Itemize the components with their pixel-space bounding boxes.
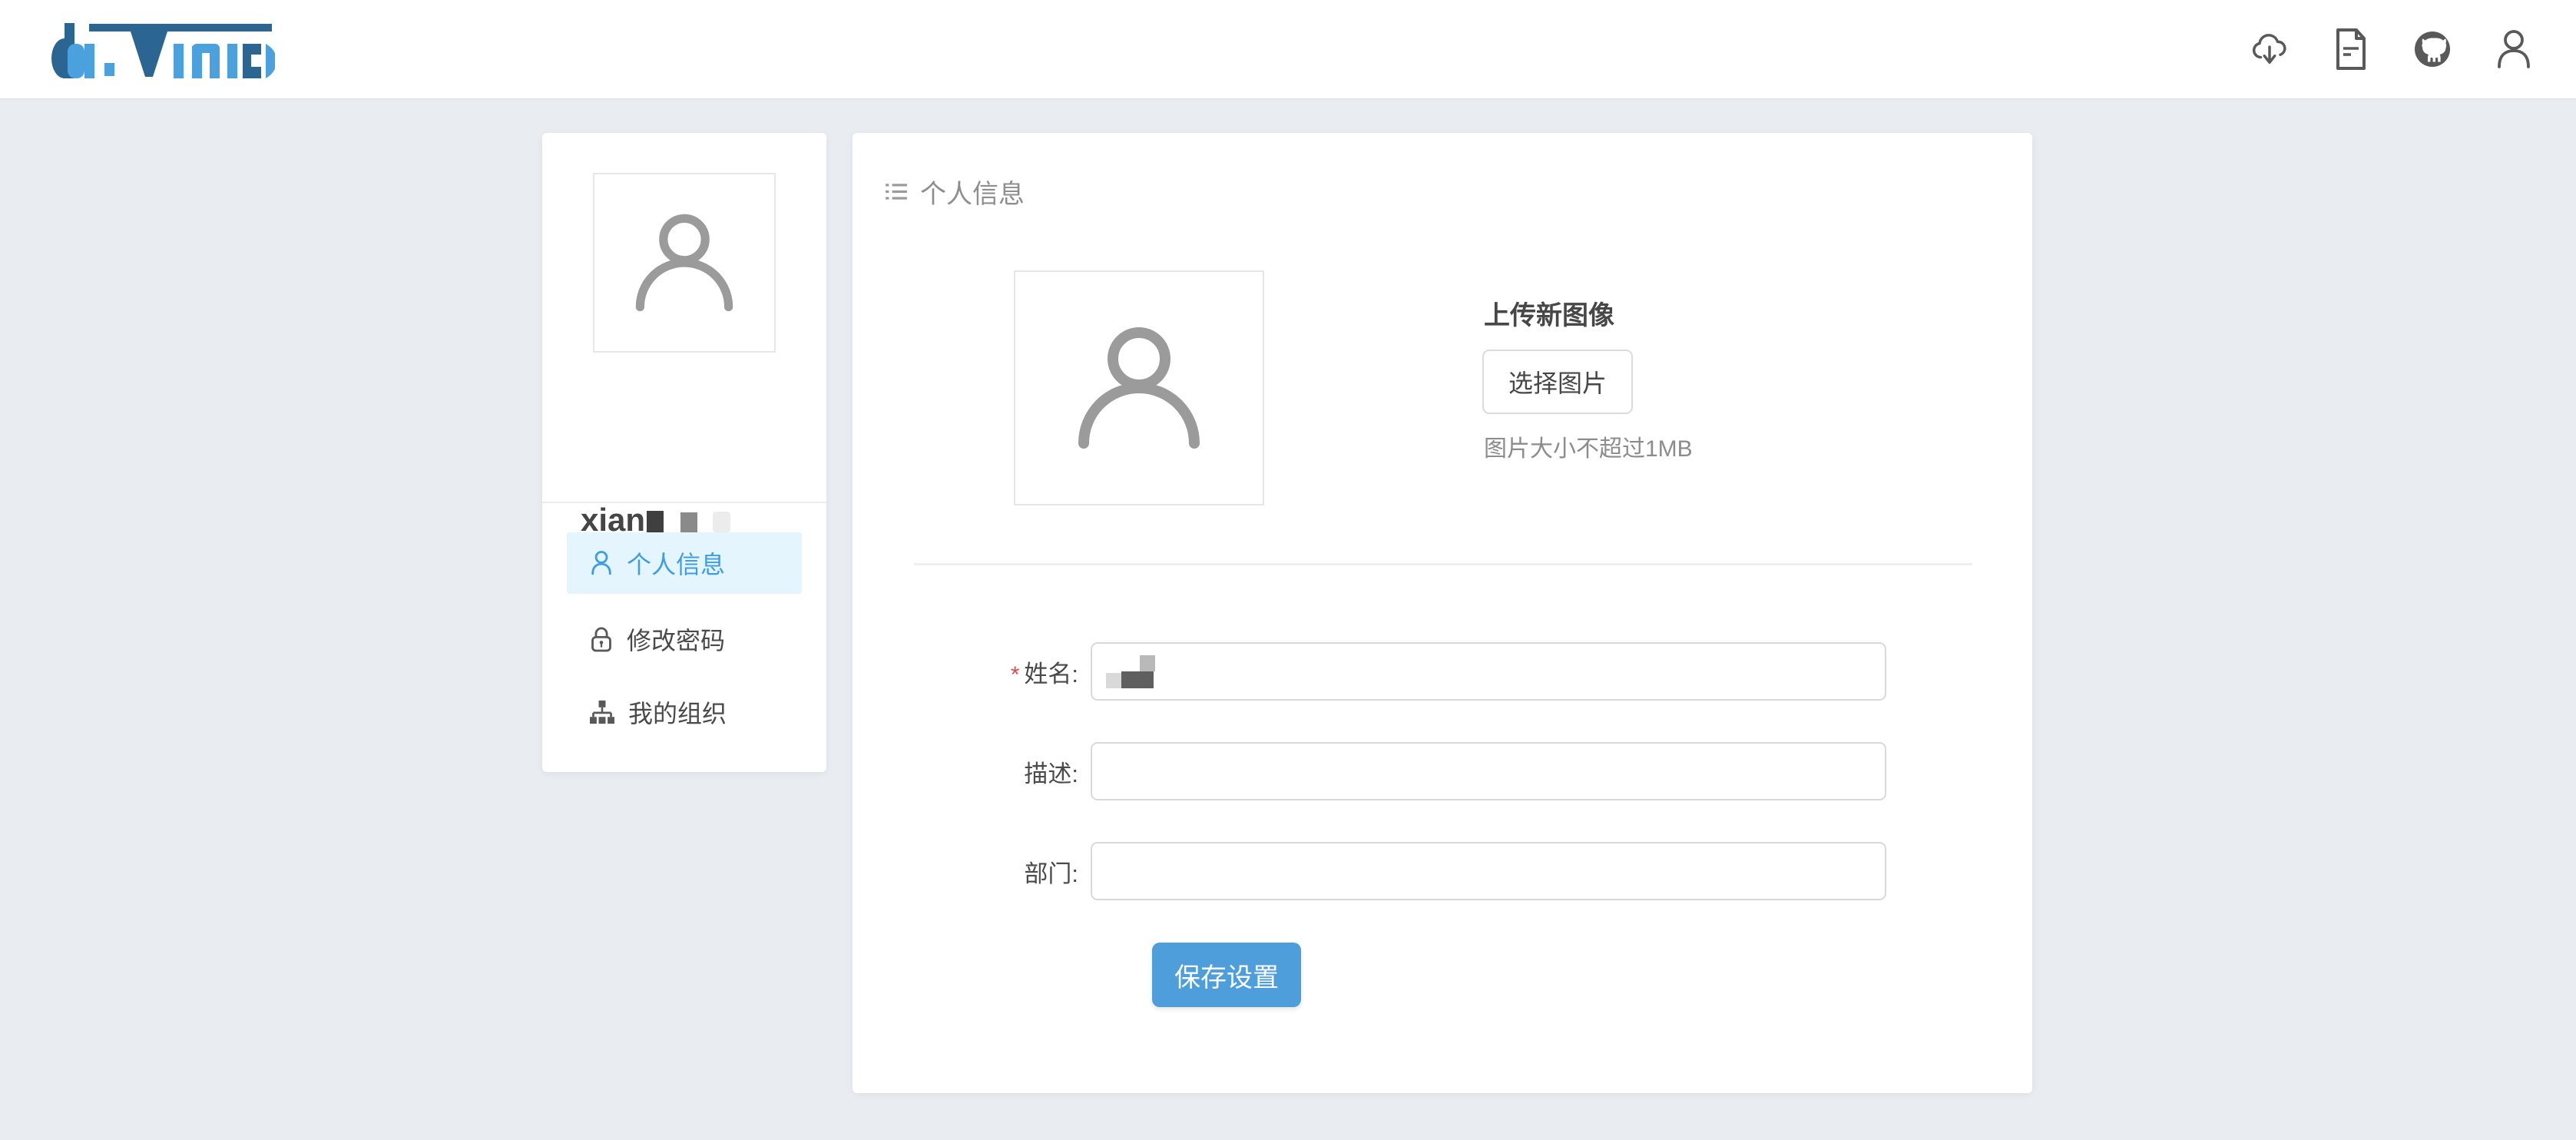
required-mark: * xyxy=(1011,662,1020,688)
davinci-logo-graphic xyxy=(45,15,275,81)
github-link[interactable] xyxy=(2413,28,2452,71)
upload-heading: 上传新图像 xyxy=(1484,294,1614,332)
description-field-row: 描述: xyxy=(914,742,1886,800)
description-input[interactable] xyxy=(1091,742,1886,800)
sidebar-avatar xyxy=(593,173,776,353)
download-link[interactable] xyxy=(2250,28,2289,71)
personal-info-panel: 个人信息 上传新图像 选择图片 图片大小不超过1MB *姓名: 描述: 部门: … xyxy=(853,133,2032,1093)
description-label: 描述: xyxy=(914,754,1091,789)
name-input[interactable] xyxy=(1091,642,1886,701)
github-icon xyxy=(2413,29,2452,69)
sidebar-item-label: 我的组织 xyxy=(628,694,727,730)
sidebar-item-personal-info[interactable]: 个人信息 xyxy=(567,532,802,594)
redacted-block xyxy=(1140,655,1155,671)
avatar-placeholder-icon xyxy=(623,201,746,324)
sidebar-item-label: 修改密码 xyxy=(627,621,725,657)
username-row: xian xyxy=(581,500,733,537)
choose-image-button[interactable]: 选择图片 xyxy=(1482,350,1633,414)
redacted-block xyxy=(1106,673,1121,688)
redacted-block xyxy=(647,511,664,534)
sidebar-item-my-organization[interactable]: 我的组织 xyxy=(567,681,802,743)
upload-size-note: 图片大小不超过1MB xyxy=(1484,429,1693,463)
redacted-block xyxy=(1121,671,1154,688)
name-value-redacted xyxy=(1106,653,1157,688)
department-input[interactable] xyxy=(1091,842,1886,900)
redacted-block xyxy=(713,512,730,532)
avatar-placeholder-icon xyxy=(1062,311,1216,465)
lock-icon xyxy=(590,625,613,653)
organization-icon xyxy=(590,700,614,724)
profile-sidebar-card: xian 个人信息 修改密码 xyxy=(542,133,826,772)
name-label: *姓名: xyxy=(914,655,1091,689)
header-icon-bar xyxy=(2250,0,2533,98)
sidebar-divider xyxy=(542,502,826,503)
page-title: 个人信息 xyxy=(920,173,1025,210)
department-label: 部门: xyxy=(914,854,1091,889)
department-field-row: 部门: xyxy=(914,842,1886,900)
document-icon xyxy=(2335,28,2367,71)
davinci-logo[interactable] xyxy=(45,15,275,81)
sidebar-item-change-password[interactable]: 修改密码 xyxy=(567,608,802,670)
account-link[interactable] xyxy=(2495,28,2533,71)
user-icon xyxy=(2496,28,2531,70)
upload-avatar-preview[interactable] xyxy=(1014,270,1264,505)
redacted-block xyxy=(680,512,697,532)
save-settings-button[interactable]: 保存设置 xyxy=(1152,943,1301,1007)
top-header xyxy=(0,0,2576,100)
docs-link[interactable] xyxy=(2332,28,2370,71)
cloud-download-icon xyxy=(2250,30,2289,68)
name-field-row: *姓名: xyxy=(914,642,1886,701)
sidebar-item-label: 个人信息 xyxy=(627,545,725,581)
form-divider xyxy=(914,563,1972,565)
list-icon xyxy=(885,181,908,204)
person-icon xyxy=(590,550,613,576)
section-title-row: 个人信息 xyxy=(885,173,1025,210)
